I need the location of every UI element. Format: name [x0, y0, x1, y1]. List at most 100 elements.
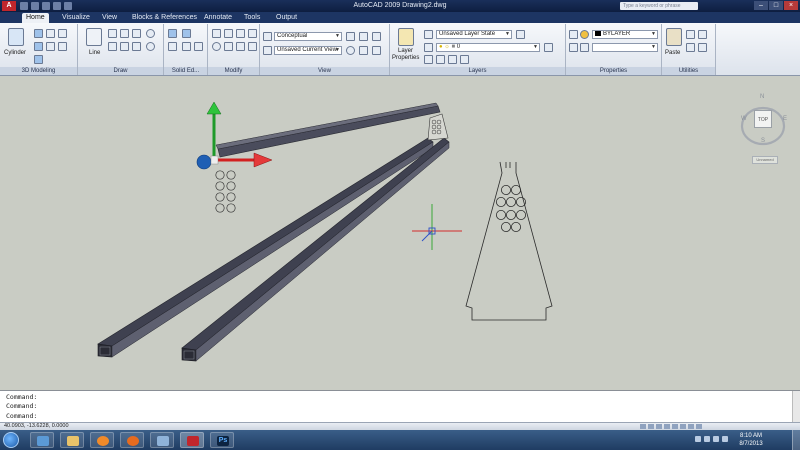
- paste-icon[interactable]: [666, 28, 682, 46]
- line-label[interactable]: Line: [89, 50, 100, 56]
- hatch-icon[interactable]: [132, 29, 141, 38]
- polygon-icon[interactable]: [120, 42, 129, 51]
- show-desktop-button[interactable]: [792, 430, 800, 450]
- close-button[interactable]: ×: [784, 1, 798, 10]
- extrude-icon[interactable]: [46, 29, 55, 38]
- intersect-icon[interactable]: [168, 42, 177, 51]
- tab-output[interactable]: Output: [272, 13, 301, 23]
- layer-properties-label-1[interactable]: Layer: [398, 48, 413, 54]
- layer-state-select[interactable]: Unsaved Layer State ▼: [436, 30, 512, 39]
- polyline-icon[interactable]: [108, 29, 117, 38]
- layer-match-icon[interactable]: [460, 55, 469, 64]
- power-icon[interactable]: [722, 436, 728, 442]
- volume-icon[interactable]: [713, 436, 719, 442]
- cylinder-icon[interactable]: [8, 28, 24, 46]
- tab-blocks-references[interactable]: Blocks & References: [128, 13, 201, 23]
- command-window[interactable]: Command: Command: Command:: [0, 390, 800, 423]
- beam-top[interactable]: [215, 102, 441, 158]
- presspull-icon[interactable]: [58, 29, 67, 38]
- tab-view[interactable]: View: [98, 13, 121, 23]
- materials-icon[interactable]: [372, 32, 381, 41]
- paste-label[interactable]: Paste: [665, 50, 680, 56]
- copy-clip-icon[interactable]: [698, 30, 707, 39]
- ellipse-icon[interactable]: [146, 42, 155, 51]
- beam-left[interactable]: [97, 137, 434, 358]
- layer-select[interactable]: ● ☼ ■ 0 ▼: [436, 43, 540, 52]
- shell-icon[interactable]: [194, 42, 203, 51]
- tab-visualize[interactable]: Visualize: [58, 13, 94, 23]
- layer-isolate-icon[interactable]: [424, 55, 433, 64]
- layout-icon[interactable]: [688, 424, 694, 429]
- clock-time[interactable]: 8:10 AM: [734, 433, 768, 439]
- tab-annotate[interactable]: Annotate: [200, 13, 236, 23]
- line-icon[interactable]: [86, 28, 102, 46]
- erase-icon[interactable]: [248, 42, 257, 51]
- layer-state-manager-icon[interactable]: [516, 30, 525, 39]
- gusset-plate[interactable]: [465, 161, 553, 321]
- visual-style-select[interactable]: Conceptual ▼: [274, 32, 342, 41]
- stretch-icon[interactable]: [236, 29, 245, 38]
- match-properties-icon[interactable]: [569, 30, 578, 39]
- maximize-button[interactable]: □: [769, 1, 783, 10]
- render-icon[interactable]: [359, 32, 368, 41]
- layer-properties-icon[interactable]: [398, 28, 414, 46]
- bracket-small[interactable]: [427, 113, 449, 141]
- taskbar-folder-button[interactable]: [60, 432, 84, 448]
- coordinate-readout[interactable]: 40.0903, -13.6228, 0.0000: [4, 423, 69, 430]
- snap-toggle-icon[interactable]: [640, 424, 646, 429]
- spline-icon[interactable]: [132, 42, 141, 51]
- taskbar-photoshop-button[interactable]: Ps: [210, 432, 234, 448]
- 3d-rotate-icon[interactable]: [212, 42, 221, 51]
- cylinder-label[interactable]: Cylinder: [4, 50, 26, 56]
- command-scrollbar[interactable]: [792, 391, 800, 423]
- network-icon[interactable]: [704, 436, 710, 442]
- compass-east[interactable]: E: [783, 116, 787, 122]
- color-select[interactable]: BYLAYER ▼: [592, 30, 658, 39]
- osnap-toggle-icon[interactable]: [672, 424, 678, 429]
- zoom-icon[interactable]: [346, 46, 355, 55]
- compass-west[interactable]: W: [741, 116, 747, 122]
- taskbar-screenshot-button[interactable]: [150, 432, 174, 448]
- minimize-button[interactable]: –: [754, 1, 768, 10]
- circle-icon[interactable]: [146, 29, 155, 38]
- make-current-layer-icon[interactable]: [544, 43, 553, 52]
- revolve-icon[interactable]: [46, 42, 55, 51]
- taskbar-firefox-button[interactable]: [120, 432, 144, 448]
- compass-north[interactable]: N: [760, 94, 764, 100]
- polar-toggle-icon[interactable]: [664, 424, 670, 429]
- drawing-viewport[interactable]: N S W E TOP Unnamed: [0, 76, 800, 390]
- start-button-icon[interactable]: [3, 432, 19, 448]
- orbit-icon[interactable]: [372, 46, 381, 55]
- layer-freeze-icon[interactable]: [448, 55, 457, 64]
- loft-icon[interactable]: [58, 42, 67, 51]
- subtract-icon[interactable]: [182, 29, 191, 38]
- union-icon[interactable]: [168, 29, 177, 38]
- taskbar-autocad-button[interactable]: [180, 432, 204, 448]
- compass-south[interactable]: S: [761, 138, 765, 144]
- search-input[interactable]: Type a keyword or phrase: [620, 2, 698, 10]
- hole-pattern-left[interactable]: [215, 170, 236, 213]
- quick-calc-icon[interactable]: [698, 43, 707, 52]
- wcs-menu[interactable]: Unnamed: [752, 156, 778, 164]
- grid-toggle-icon[interactable]: [648, 424, 654, 429]
- drawing-canvas[interactable]: [0, 76, 800, 390]
- viewcube-top-face[interactable]: TOP: [754, 110, 772, 128]
- pan-icon[interactable]: [359, 46, 368, 55]
- taskbar-explorer-button[interactable]: [30, 432, 54, 448]
- clock-date[interactable]: 8/7/2013: [734, 441, 768, 447]
- linetype-select[interactable]: ▼: [592, 43, 658, 52]
- mirror-icon[interactable]: [224, 42, 233, 51]
- copy-icon[interactable]: [224, 29, 233, 38]
- tab-home[interactable]: Home: [22, 13, 49, 23]
- visual-style-manager-icon[interactable]: [346, 32, 355, 41]
- taskbar-media-player-button[interactable]: [90, 432, 114, 448]
- polysolid-icon[interactable]: [34, 55, 43, 64]
- viewcube[interactable]: N S W E TOP: [740, 94, 790, 156]
- move-icon[interactable]: [212, 29, 221, 38]
- layer-unisolate-icon[interactable]: [436, 55, 445, 64]
- sweep-icon[interactable]: [34, 42, 43, 51]
- box-icon[interactable]: [34, 29, 43, 38]
- layer-properties-label-2[interactable]: Properties: [392, 55, 419, 61]
- array-icon[interactable]: [236, 42, 245, 51]
- annotation-scale-icon[interactable]: [696, 424, 702, 429]
